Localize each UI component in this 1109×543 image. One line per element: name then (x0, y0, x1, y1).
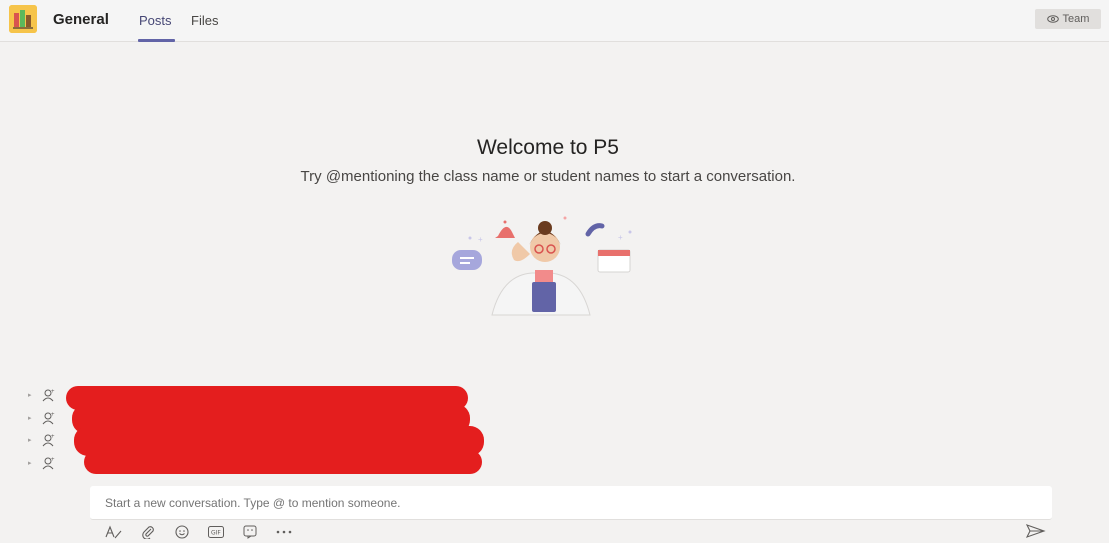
channel-name: General (53, 11, 109, 28)
redacted-text (84, 450, 482, 474)
svg-text:+: + (51, 412, 55, 418)
sticker-icon[interactable] (240, 524, 260, 540)
member-row[interactable]: ▸ + (28, 386, 68, 404)
member-row[interactable]: ▸ + (28, 454, 68, 472)
add-member-icon: + (42, 457, 55, 470)
emoji-icon[interactable] (172, 524, 192, 540)
add-member-icon: + (42, 389, 55, 402)
tab-files[interactable]: Files (191, 13, 218, 28)
compose-toolbar: GIF (104, 524, 294, 540)
compose-box[interactable] (90, 486, 1052, 520)
chat-bubble-icon (452, 250, 482, 270)
member-row[interactable]: ▸ + (28, 431, 68, 449)
attach-icon[interactable] (138, 524, 158, 540)
expand-arrow-icon[interactable]: ▸ (28, 414, 32, 422)
compose-input[interactable] (105, 496, 1005, 510)
channel-header: General Posts Files Team (0, 0, 1109, 42)
add-member-icon: + (42, 434, 55, 447)
team-avatar[interactable] (9, 5, 37, 33)
svg-text:+: + (618, 233, 623, 242)
svg-text:+: + (51, 389, 55, 395)
team-button-label: Team (1062, 13, 1090, 25)
tab-posts[interactable]: Posts (139, 13, 172, 28)
welcome-subtitle: Try @mentioning the class name or studen… (300, 168, 796, 185)
format-icon[interactable] (104, 524, 124, 540)
books-icon (9, 5, 37, 33)
active-tab-indicator (138, 39, 175, 42)
calendar-icon (597, 249, 631, 273)
svg-text:+: + (478, 235, 483, 244)
expand-arrow-icon[interactable]: ▸ (28, 459, 32, 467)
add-member-icon: + (42, 412, 55, 425)
expand-arrow-icon[interactable]: ▸ (28, 391, 32, 399)
team-button[interactable]: Team (1035, 9, 1101, 29)
member-row[interactable]: ▸ + (28, 409, 68, 427)
gif-icon[interactable]: GIF (206, 524, 226, 540)
svg-text:GIF: GIF (211, 530, 221, 537)
more-options-icon[interactable] (274, 524, 294, 540)
welcome-title: Welcome to P5 (476, 136, 619, 159)
eye-icon (1046, 15, 1059, 23)
svg-text:+: + (51, 434, 55, 440)
expand-arrow-icon[interactable]: ▸ (28, 436, 32, 444)
svg-text:+: + (51, 457, 55, 463)
welcome-illustration: + + (452, 216, 632, 316)
send-icon[interactable] (1025, 524, 1046, 540)
